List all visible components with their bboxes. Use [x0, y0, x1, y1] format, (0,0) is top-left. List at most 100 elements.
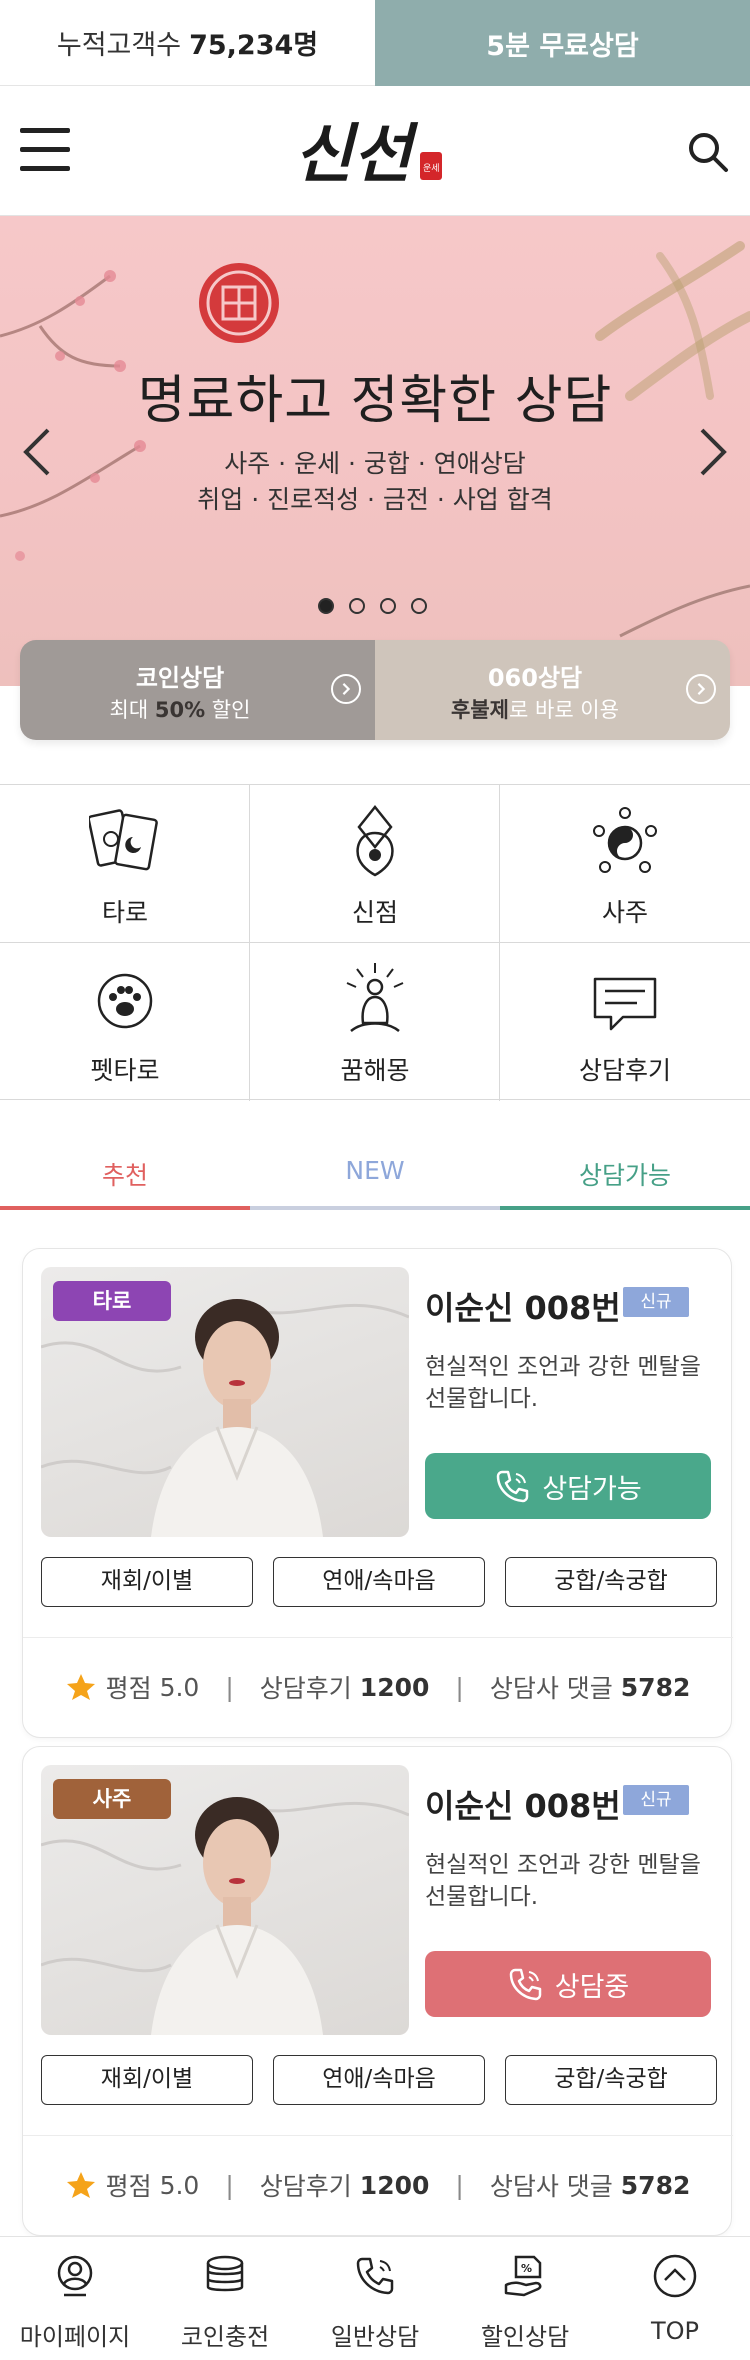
banner-pagination	[318, 598, 427, 614]
tab-new[interactable]: NEW	[250, 1130, 500, 1210]
keyword-tag[interactable]: 재회/이별	[41, 1557, 253, 1607]
tarot-cards-icon	[89, 809, 158, 871]
counselor-card[interactable]: 사주 이순신 008번 신규 현실적인 조언과 강한 멘탈을 선물합니다. 상담…	[22, 1746, 733, 2236]
comment-count: 5782	[620, 2170, 691, 2200]
category-label: 펫타로	[90, 1056, 160, 1085]
chevron-right-icon	[686, 674, 716, 704]
consult-type-bar: 코인상담 최대 50% 할인 060상담 후불제로 바로 이용	[20, 640, 730, 740]
category-saju[interactable]: 사주	[500, 785, 750, 943]
banner-line-1: 사주 · 운세 · 궁합 · 연애상담	[224, 449, 526, 478]
keyword-tag[interactable]: 궁합/속궁합	[505, 1557, 717, 1607]
tab-recommended[interactable]: 추천	[0, 1130, 250, 1210]
nav-label: 마이페이지	[19, 2323, 131, 2351]
category-dream[interactable]: 꿈해몽	[250, 943, 500, 1101]
search-icon[interactable]	[686, 130, 730, 174]
nav-top[interactable]: TOP	[600, 2237, 750, 2360]
customer-count-value: 75,234명	[189, 30, 319, 61]
consult-available-button[interactable]: 상담가능	[425, 1453, 711, 1519]
nav-label: 일반상담	[330, 2323, 420, 2351]
logo-text: 신선	[294, 117, 419, 192]
category-pet-tarot[interactable]: 펫타로	[0, 943, 250, 1101]
top-bar: 누적고객수 75,234명 5분 무료상담	[0, 0, 750, 86]
rating-value: 5.0	[159, 2170, 200, 2200]
tab-available[interactable]: 상담가능	[500, 1130, 750, 1210]
pagination-dot[interactable]	[380, 598, 396, 614]
phone-icon	[356, 2257, 394, 2295]
nav-mypage[interactable]: 마이페이지	[0, 2237, 150, 2360]
meditation-icon	[346, 963, 404, 1033]
hero-banner[interactable]: 명료하고 정확한 상담 사주 · 운세 · 궁합 · 연애상담 취업 · 진로적…	[0, 216, 750, 686]
category-shaman[interactable]: 신점	[250, 785, 500, 943]
counselor-name: 이순신 008번	[425, 1787, 621, 1825]
nav-label: 할인상담	[480, 2323, 570, 2351]
counselor-stats: 평점 5.0 | 상담후기 1200 | 상담사 댓글 5782	[23, 1641, 733, 1733]
nav-discount-consult[interactable]: % 할인상담	[450, 2237, 600, 2360]
category-label: 신점	[351, 898, 398, 927]
nav-general-consult[interactable]: 일반상담	[300, 2237, 450, 2360]
category-grid: 타로 신점 사주 펫타로 꿈해몽 상담후기	[0, 784, 750, 1101]
user-icon	[57, 2255, 93, 2297]
arrow-up-circle-icon	[653, 2254, 697, 2298]
nav-coin-charge[interactable]: 코인충전	[150, 2237, 300, 2360]
phone-icon	[497, 1470, 529, 1503]
nav-label: 코인충전	[180, 2323, 270, 2351]
phone-icon	[509, 1968, 541, 2001]
phone-060-title: 060상담	[487, 664, 583, 692]
logo-seal: 운세	[423, 163, 440, 174]
customer-count: 누적고객수 75,234명	[0, 0, 375, 86]
chevron-right-icon	[331, 674, 361, 704]
keyword-list: 재회/이별 연애/속마음 궁합/속궁합	[41, 1557, 717, 1607]
counselor-description: 현실적인 조언과 강한 멘탈을 선물합니다.	[425, 1852, 701, 1910]
star-icon	[66, 2172, 95, 2198]
logo[interactable]: 신선 운세	[290, 104, 460, 200]
rating-value: 5.0	[159, 1672, 200, 1702]
banner-title: 명료하고 정확한 상담	[137, 371, 613, 431]
counselor-description: 현실적인 조언과 강한 멘탈을 선물합니다.	[425, 1354, 701, 1412]
counselor-stats: 평점 5.0 | 상담후기 1200 | 상담사 댓글 5782	[23, 2139, 733, 2231]
counselor-tabs: 추천 NEW 상담가능	[0, 1130, 750, 1210]
category-tarot[interactable]: 타로	[0, 785, 250, 943]
free-consult-button[interactable]: 5분 무료상담	[375, 0, 750, 86]
category-label: 타로	[101, 898, 148, 927]
new-badge: 신규	[623, 1785, 689, 1815]
category-reviews[interactable]: 상담후기	[500, 943, 750, 1101]
customer-count-label: 누적고객수	[56, 30, 182, 61]
coin-consult-title: 코인상담	[135, 664, 225, 692]
comment-count: 5782	[620, 1672, 691, 1702]
emblem-icon	[199, 263, 279, 343]
keyword-tag[interactable]: 연애/속마음	[273, 2055, 485, 2105]
counselor-card[interactable]: 타로 이순신 008번 신규 현실적인 조언과 강한 멘탈을 선물합니다. 상담…	[22, 1248, 733, 1738]
banner-next-icon[interactable]	[692, 422, 732, 482]
phone-060-sub: 후불제로 바로 이용	[451, 698, 619, 722]
pagination-dot[interactable]	[411, 598, 427, 614]
bottom-nav: 마이페이지 코인충전 일반상담 % 할인상담 TOP	[0, 2236, 750, 2360]
keyword-tag[interactable]: 재회/이별	[41, 2055, 253, 2105]
coins-icon	[206, 2255, 244, 2292]
svg-text:%: %	[521, 2262, 532, 2275]
coin-consult-button[interactable]: 코인상담 최대 50% 할인	[20, 640, 375, 740]
hamburger-menu-icon[interactable]	[20, 128, 70, 172]
paw-icon	[97, 973, 153, 1029]
category-label: 상담후기	[578, 1056, 671, 1085]
review-count: 1200	[359, 1672, 430, 1702]
banner-prev-icon[interactable]	[18, 422, 58, 482]
phone-060-consult-button[interactable]: 060상담 후불제로 바로 이용	[375, 640, 730, 740]
consult-busy-button[interactable]: 상담중	[425, 1951, 711, 2017]
discount-hand-icon: %	[504, 2255, 542, 2297]
keyword-tag[interactable]: 연애/속마음	[273, 1557, 485, 1607]
yin-yang-icon	[593, 807, 657, 873]
banner-line-2: 취업 · 진로적성 · 금전 · 사업 합격	[197, 485, 553, 514]
new-badge: 신규	[623, 1287, 689, 1317]
keyword-tag[interactable]: 궁합/속궁합	[505, 2055, 717, 2105]
counselor-name: 이순신 008번	[425, 1289, 621, 1327]
category-badge: 사주	[53, 1779, 171, 1819]
category-label: 사주	[601, 898, 648, 927]
shaman-knot-icon	[356, 804, 394, 877]
category-badge: 타로	[53, 1281, 171, 1321]
pagination-dot[interactable]	[318, 598, 334, 614]
site-header: 신선 운세	[0, 86, 750, 216]
pagination-dot[interactable]	[349, 598, 365, 614]
chat-bubble-icon	[593, 977, 657, 1031]
review-count: 1200	[359, 2170, 430, 2200]
keyword-list: 재회/이별 연애/속마음 궁합/속궁합	[41, 2055, 717, 2105]
